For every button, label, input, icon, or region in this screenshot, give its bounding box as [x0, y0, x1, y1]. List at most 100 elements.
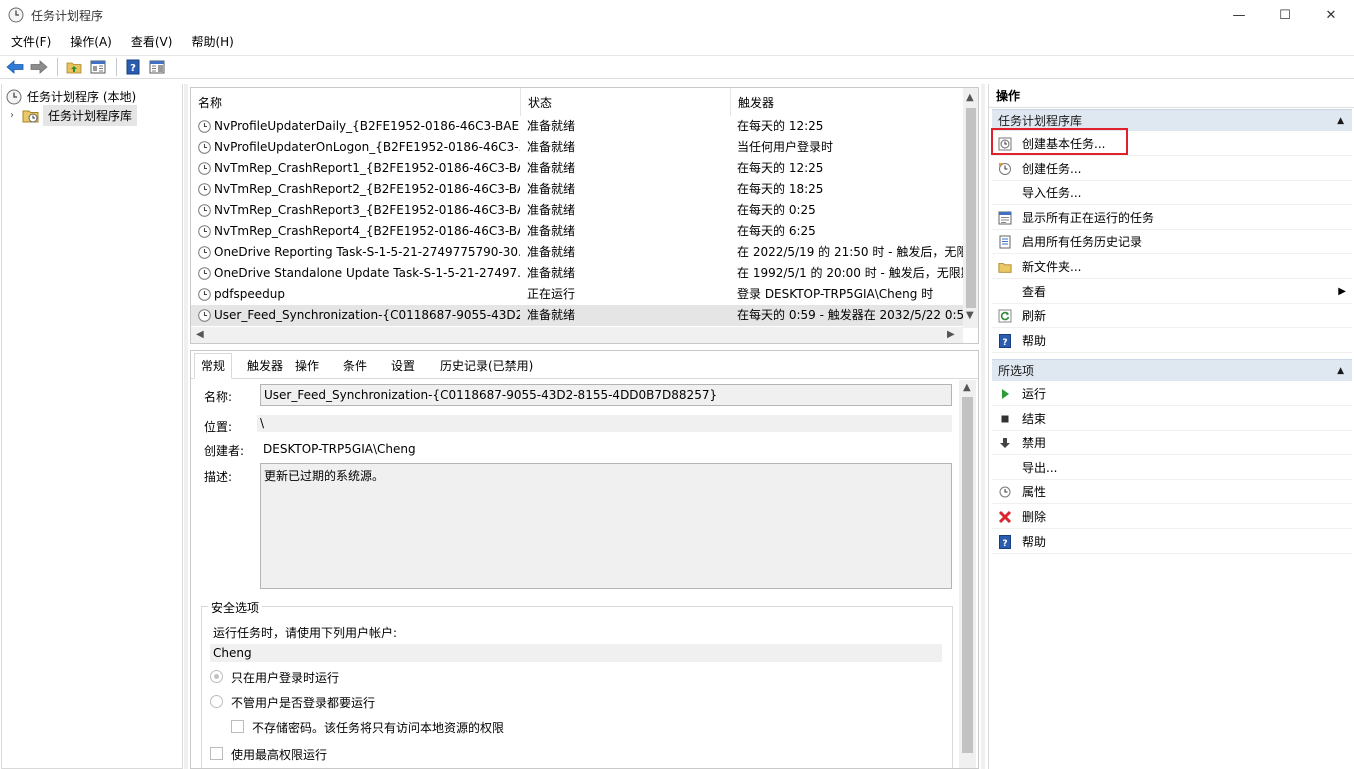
action-item-items1-8[interactable]: ? 帮助 — [992, 329, 1352, 353]
tab-settings[interactable]: 设置 — [385, 355, 421, 378]
menu-view[interactable]: 查看(V) — [120, 31, 181, 54]
section-selected-item[interactable]: 所选项 ▲ — [992, 359, 1352, 381]
scroll-right-icon[interactable]: ▶ — [947, 329, 955, 340]
action-item-items2-0[interactable]: 运行 — [992, 382, 1352, 406]
maximize-button[interactable]: ☐ — [1262, 0, 1308, 30]
action-item-items1-3[interactable]: 显示所有正在运行的任务 — [992, 206, 1352, 230]
location-field: \ — [257, 415, 952, 432]
task-list-horizontal-scrollbar[interactable]: ◀ ▶ — [191, 327, 963, 343]
actions-pane: 操作 任务计划程序库 ▲ 创建基本任务... 创建任务... 导入任务... 显示所有… — [988, 84, 1354, 769]
left-splitter[interactable] — [184, 84, 188, 769]
action-item-items1-4[interactable]: 启用所有任务历史记录 — [992, 230, 1352, 255]
up-folder-button[interactable] — [63, 57, 85, 77]
task-row[interactable]: OneDrive Standalone Update Task-S-1-5-21… — [191, 263, 964, 284]
tab-history[interactable]: 历史记录(已禁用) — [434, 355, 539, 378]
tab-general[interactable]: 常规 — [194, 353, 233, 379]
action-pane-icon — [149, 60, 165, 74]
tree-item-task-library[interactable]: › 任务计划程序库 — [10, 105, 138, 126]
task-trigger-cell: 在 2022/5/19 的 21:50 时 - 触发后，无限 — [737, 245, 964, 259]
scroll-left-icon[interactable]: ◀ — [196, 329, 204, 340]
checkbox-do-not-store-password[interactable] — [231, 720, 244, 733]
radio-run-logged-on[interactable] — [210, 670, 223, 683]
forward-button[interactable] — [28, 57, 50, 77]
task-row[interactable]: NvTmRep_CrashReport3_{B2FE1952-0186-46C3… — [191, 200, 964, 221]
menu-help[interactable]: 帮助(H) — [180, 31, 241, 54]
task-name-cell: User_Feed_Synchronization-{C0118687-9055… — [214, 308, 520, 322]
task-status-cell: 准备就绪 — [527, 140, 576, 154]
tree-root-local[interactable]: 任务计划程序 (本地) — [6, 87, 136, 106]
description-field[interactable]: 更新已过期的系统源。 — [260, 463, 952, 589]
right-splitter[interactable] — [981, 84, 985, 769]
action-item-label: 启用所有任务历史记录 — [1022, 235, 1143, 250]
collapse-caret-icon[interactable]: ▲ — [1337, 110, 1344, 132]
task-status-cell: 准备就绪 — [527, 266, 576, 280]
action-item-items1-5[interactable]: 新文件夹... — [992, 255, 1352, 279]
column-header-name[interactable]: 名称 — [191, 88, 521, 116]
action-item-items2-6[interactable]: ? 帮助 — [992, 530, 1352, 554]
task-status-cell: 准备就绪 — [527, 224, 576, 238]
scrollbar-thumb[interactable] — [962, 397, 973, 753]
help-toolbar-button[interactable]: ? — [122, 57, 144, 77]
task-status-cell: 准备就绪 — [527, 161, 576, 175]
running-tasks-icon — [998, 211, 1012, 225]
toolbar-separator — [116, 58, 117, 76]
action-item-items1-1[interactable]: 创建任务... — [992, 157, 1352, 181]
scrollbar-thumb[interactable] — [966, 108, 976, 308]
radio-run-whether-logged[interactable] — [210, 695, 223, 708]
description-label: 描述: — [204, 470, 233, 484]
action-item-items2-5[interactable]: 删除 — [992, 505, 1352, 529]
minimize-button[interactable]: — — [1216, 0, 1262, 30]
detail-vertical-scrollbar[interactable]: ▲ — [959, 380, 976, 768]
action-item-label: 运行 — [1022, 387, 1047, 401]
show-hide-tree-button[interactable] — [87, 57, 109, 77]
column-header-trigger[interactable]: 触发器 — [731, 88, 963, 116]
task-row[interactable]: NvTmRep_CrashReport4_{B2FE1952-0186-46C3… — [191, 221, 964, 242]
task-status-cell: 准备就绪 — [527, 182, 576, 196]
task-row[interactable]: NvProfileUpdaterDaily_{B2FE1952-0186-46C… — [191, 116, 964, 137]
scroll-up-icon[interactable]: ▲ — [963, 382, 971, 393]
task-status-cell: 正在运行 — [527, 287, 576, 301]
back-button[interactable] — [4, 57, 26, 77]
column-header-status[interactable]: 状态 — [521, 88, 731, 116]
menu-file[interactable]: 文件(F) — [0, 31, 59, 54]
close-icon: ✕ — [1325, 7, 1337, 23]
radio-run-logged-on-label: 只在用户登录时运行 — [231, 671, 340, 685]
expand-chevron-icon[interactable]: › — [10, 110, 22, 121]
name-field[interactable]: User_Feed_Synchronization-{C0118687-9055… — [260, 384, 952, 406]
task-row[interactable]: User_Feed_Synchronization-{C0118687-9055… — [191, 305, 964, 326]
action-item-items1-7[interactable]: 刷新 — [992, 304, 1352, 329]
checkbox-do-not-store-password-label: 不存储密码。该任务将只有访问本地资源的权限 — [252, 721, 505, 735]
show-hide-action-pane-button[interactable] — [146, 57, 168, 77]
tab-conditions[interactable]: 条件 — [337, 355, 373, 378]
action-item-items2-2[interactable]: 禁用 — [992, 431, 1352, 456]
task-list-vertical-scrollbar[interactable]: ▲ ▼ — [963, 88, 978, 328]
stop-icon — [998, 412, 1012, 426]
action-item-label: 禁用 — [1022, 436, 1047, 451]
action-item-items2-1[interactable]: 结束 — [992, 407, 1352, 431]
task-row[interactable]: pdfspeedup 正在运行 登录 DESKTOP-TRP5GIA\Cheng 时 — [191, 284, 964, 305]
action-item-items2-4[interactable]: 属性 — [992, 480, 1352, 505]
task-row[interactable]: NvTmRep_CrashReport1_{B2FE1952-0186-46C3… — [191, 158, 964, 179]
action-item-items2-3[interactable]: 导出... — [992, 456, 1352, 480]
task-row[interactable]: NvProfileUpdaterOnLogon_{B2FE1952-0186-4… — [191, 137, 964, 158]
task-row[interactable]: OneDrive Reporting Task-S-1-5-21-2749775… — [191, 242, 964, 263]
checkbox-run-highest-privileges[interactable] — [210, 747, 223, 760]
action-item-items1-6[interactable]: 查看 ▶ — [992, 280, 1352, 304]
tab-actions[interactable]: 操作 — [289, 355, 325, 378]
scroll-up-icon[interactable]: ▲ — [966, 92, 974, 103]
menu-action[interactable]: 操作(A) — [59, 31, 120, 54]
action-item-label: 帮助 — [1022, 333, 1047, 348]
task-list: 名称 状态 触发器 NvProfileUpdaterDaily_{B2FE195… — [190, 87, 979, 344]
highlight-create-basic-task — [991, 128, 1128, 155]
tab-triggers[interactable]: 触发器 — [241, 355, 289, 378]
menu-bar: 文件(F) 操作(A) 查看(V) 帮助(H) — [0, 31, 1354, 54]
scroll-down-icon[interactable]: ▼ — [966, 310, 974, 321]
task-row[interactable]: NvTmRep_CrashReport2_{B2FE1952-0186-46C3… — [191, 179, 964, 200]
action-item-items1-2[interactable]: 导入任务... — [992, 181, 1352, 206]
tree-item-label: 任务计划程序库 — [43, 105, 138, 126]
back-arrow-icon — [6, 60, 24, 74]
collapse-caret-icon[interactable]: ▲ — [1337, 360, 1344, 382]
close-button[interactable]: ✕ — [1308, 0, 1354, 30]
window-title: 任务计划程序 — [31, 9, 104, 23]
library-folder-icon — [22, 110, 39, 122]
